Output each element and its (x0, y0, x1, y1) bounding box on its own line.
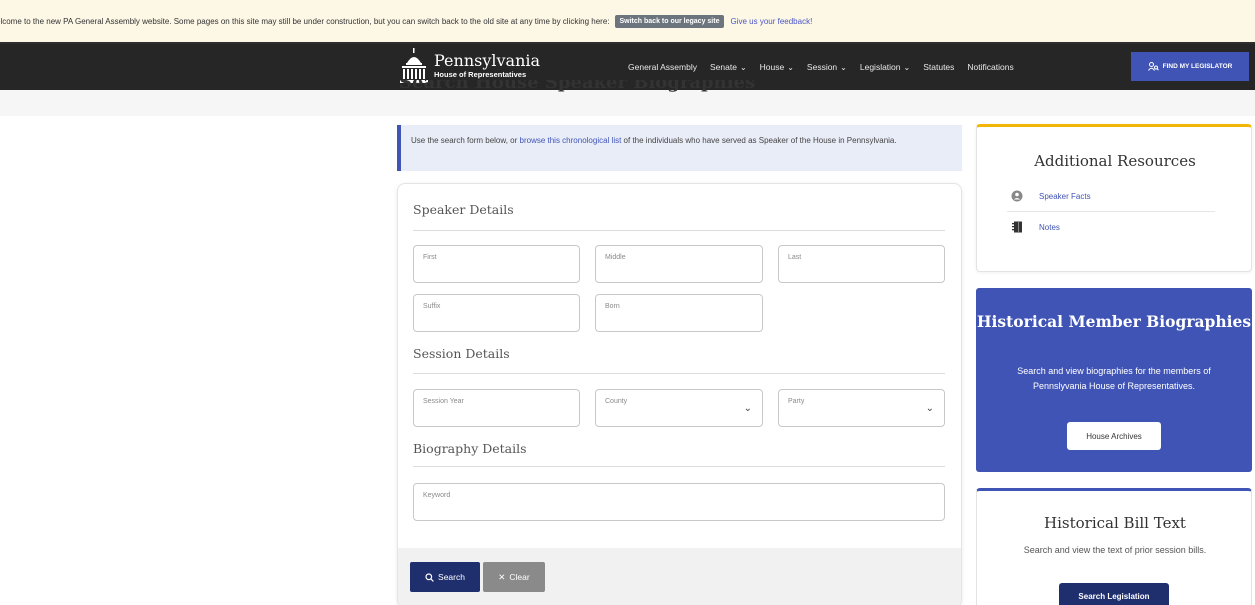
notebook-icon (1012, 221, 1022, 233)
chevron-down-icon: ⌄ (739, 62, 747, 72)
feedback-link[interactable]: Give us your feedback! (730, 17, 812, 26)
first-name-input[interactable]: First (413, 245, 580, 283)
search-form: Speaker Details First Middle Last Suffix… (397, 183, 962, 605)
additional-resources-card: Additional Resources Speaker Facts Notes (976, 124, 1252, 272)
title-band (0, 90, 1255, 116)
suffix-input[interactable]: Suffix (413, 294, 580, 332)
search-legislation-button[interactable]: Search Legislation (1059, 583, 1169, 605)
banner-text: elcome to the new PA General Assembly we… (0, 16, 610, 26)
clear-button[interactable]: ✕ Clear (483, 562, 545, 592)
speaker-details-heading: Speaker Details (413, 202, 514, 217)
form-footer: Search ✕ Clear (398, 548, 961, 605)
historical-member-title: Historical Member Biographies (976, 312, 1252, 331)
party-select[interactable]: Party ⌄ (778, 389, 945, 427)
divider (1007, 211, 1215, 212)
site-logo[interactable]: Pennsylvania House of Representatives (399, 48, 540, 84)
info-text-before: Use the search form below, or (411, 136, 520, 145)
chevron-down-icon: ⌄ (743, 403, 752, 414)
search-button[interactable]: Search (410, 562, 480, 592)
chevron-down-icon: ⌄ (903, 62, 911, 72)
close-icon: ✕ (498, 571, 506, 582)
resources-title: Additional Resources (1034, 152, 1196, 170)
chevron-down-icon: ⌄ (925, 403, 934, 414)
notes-link[interactable]: Notes (1011, 221, 1060, 233)
divider (413, 230, 945, 231)
historical-bill-card: Historical Bill Text Search and view the… (976, 488, 1252, 605)
chronological-list-link[interactable]: browse this chronological list (520, 136, 622, 145)
info-text-after: of the individuals who have served as Sp… (621, 136, 897, 145)
nav-session[interactable]: Session ⌄ (807, 62, 847, 72)
person-icon (1011, 190, 1023, 202)
house-archives-button[interactable]: House Archives (1067, 422, 1161, 450)
capitol-icon (400, 48, 428, 83)
divider (413, 466, 945, 467)
legacy-site-button[interactable]: Switch back to our legacy site (614, 14, 725, 28)
last-name-input[interactable]: Last (778, 245, 945, 283)
nav-notifications[interactable]: Notifications (967, 62, 1013, 72)
divider (413, 373, 945, 374)
logo-subtitle: House of Representatives (434, 70, 527, 79)
historical-member-card: Historical Member Biographies Search and… (976, 288, 1252, 472)
county-select[interactable]: County ⌄ (595, 389, 763, 427)
nav-statutes[interactable]: Statutes (923, 62, 954, 72)
born-input[interactable]: Born (595, 294, 763, 332)
biography-details-heading: Biography Details (413, 441, 527, 456)
historical-bill-title: Historical Bill Text (1044, 514, 1186, 532)
chevron-down-icon: ⌄ (787, 62, 794, 72)
nav-house[interactable]: House ⌄ (760, 62, 794, 72)
people-search-icon (1147, 62, 1159, 71)
middle-name-input[interactable]: Middle (595, 245, 763, 283)
announcement-banner: elcome to the new PA General Assembly we… (0, 0, 1255, 44)
page-title: Search House Speaker Biographies (399, 80, 756, 93)
nav-legislation[interactable]: Legislation ⌄ (860, 62, 910, 72)
historical-bill-desc: Search and view the text of prior sessio… (1023, 545, 1207, 555)
session-year-input[interactable]: Session Year (413, 389, 580, 427)
nav-general-assembly[interactable]: General Assembly (628, 62, 697, 72)
info-box: Use the search form below, or browse thi… (397, 125, 962, 171)
keyword-input[interactable]: Keyword (413, 483, 945, 521)
nav-senate[interactable]: Senate ⌄ (710, 62, 747, 72)
search-icon (425, 572, 434, 582)
session-details-heading: Session Details (413, 346, 510, 361)
logo-title: Pennsylvania (434, 51, 541, 70)
speaker-facts-link[interactable]: Speaker Facts (1011, 190, 1091, 202)
find-my-legislator-button[interactable]: FIND MY LEGISLATOR (1131, 52, 1249, 81)
historical-member-desc: Search and view biographies for the memb… (1017, 366, 1211, 391)
chevron-down-icon: ⌄ (840, 62, 847, 72)
